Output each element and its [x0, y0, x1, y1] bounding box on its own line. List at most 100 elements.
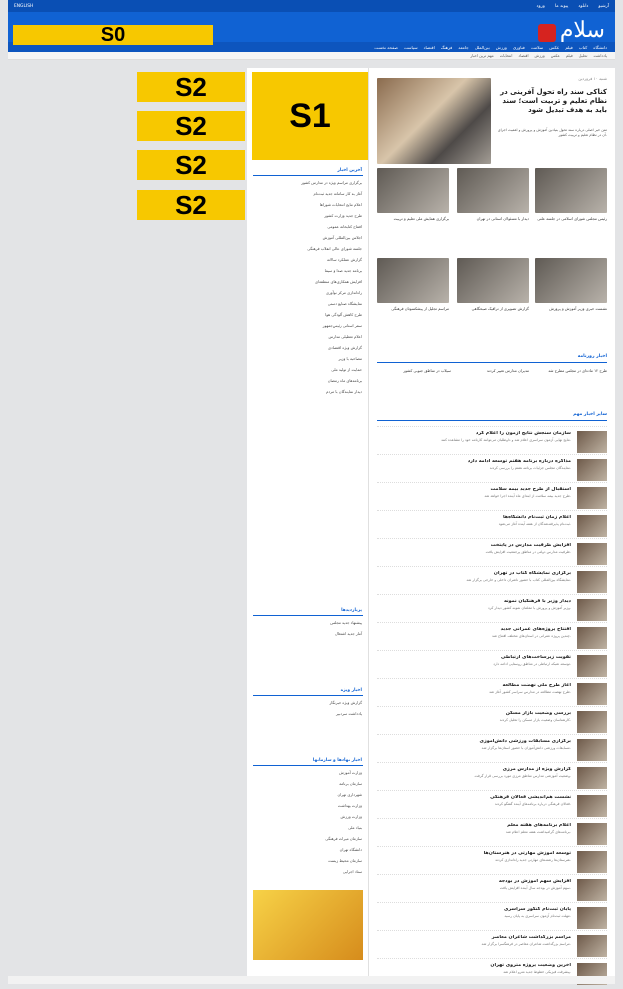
thumb-caption[interactable]: رئیس مجلس شورای اسلامی در جلسه علنی	[535, 216, 607, 222]
news-title[interactable]: آغاز طرح ملی نهضت مطالعه	[377, 683, 571, 688]
news-title[interactable]: اعلام برنامه‌های هفته معلم	[377, 823, 571, 828]
nav-item[interactable]: اقتصاد	[424, 45, 435, 50]
top-link[interactable]: دانلود	[578, 4, 588, 9]
news-title[interactable]: برگزاری مسابقات ورزشی دانش‌آموزی	[377, 739, 571, 744]
latest-item[interactable]: طرح ۱۲ ماده‌ای در مجلس مطرح شد	[535, 368, 607, 374]
side-item[interactable]: شهرداری تهران	[252, 792, 362, 797]
news-row[interactable]: آغاز طرح ملی نهضت مطالعه طرح نهضت مطالعه …	[377, 678, 607, 709]
side-item[interactable]: اعلام نتایج انتخابات شوراها	[252, 202, 362, 207]
nav-item[interactable]: سیاست	[404, 45, 418, 50]
news-thumb[interactable]	[577, 487, 607, 509]
side-item[interactable]: وزارت بهداشت	[252, 803, 362, 808]
lead-title[interactable]: کناکی سند راه تحول آفرینی در نظام تعلیم …	[497, 88, 607, 115]
news-thumb[interactable]	[577, 851, 607, 873]
news-row[interactable]: اعلام برنامه‌های هفته معلم برنامه‌های گرا…	[377, 818, 607, 849]
thumb-image[interactable]	[535, 258, 607, 303]
side-item[interactable]: گزارش ویژه خبرنگار	[252, 700, 362, 705]
news-title[interactable]: اعلام زمان ثبت‌نام دانشگاه‌ها	[377, 515, 571, 520]
news-thumb[interactable]	[577, 879, 607, 901]
subnav-item[interactable]: مهم ترین اخبار	[470, 53, 493, 58]
thumb-caption[interactable]: گزارش تصویری از ترافیک صبحگاهی	[457, 306, 529, 312]
subnav-item[interactable]: فیلم	[566, 53, 573, 58]
nav-item[interactable]: کتاب	[579, 45, 587, 50]
top-link[interactable]: ورود	[537, 4, 545, 9]
nav-item[interactable]: فیلم	[565, 45, 572, 50]
news-row[interactable]: نشست هم‌اندیشی فعالان فرهنگی فعالان فرهنگ…	[377, 790, 607, 821]
news-row[interactable]: پایان ثبت‌نام کنکور سراسری مهلت ثبت‌نام آ…	[377, 902, 607, 933]
side-item[interactable]: سازمان محیط زیست	[252, 858, 362, 863]
side-item[interactable]: مصاحبه با وزیر	[252, 356, 362, 361]
latest-item[interactable]: سیلاب در مناطق جنوبی کشور	[379, 368, 451, 374]
news-thumb[interactable]	[577, 823, 607, 845]
thumb-caption[interactable]: مراسم تجلیل از پیشکسوتان فرهنگی	[377, 306, 449, 312]
side-item[interactable]: طرح کاهش آلودگی هوا	[252, 312, 362, 317]
thumb-image[interactable]	[377, 168, 449, 213]
thumb-image[interactable]	[457, 258, 529, 303]
side-item[interactable]: برگزاری مراسم ویژه در مدارس کشور	[252, 180, 362, 185]
news-row[interactable]: توسعه آموزش مهارتی در هنرستان‌ها هنرستان‌…	[377, 846, 607, 877]
nav-item[interactable]: فناوری	[513, 45, 525, 50]
news-title[interactable]: آخرین وضعیت پروژه متروی تهران	[377, 963, 571, 968]
news-title[interactable]: افتتاح پروژه‌های عمرانی جدید	[377, 627, 571, 632]
news-thumb[interactable]	[577, 459, 607, 481]
news-thumb[interactable]	[577, 767, 607, 789]
site-logo[interactable]: سلام	[525, 14, 605, 42]
news-thumb[interactable]	[577, 711, 607, 733]
thumb-caption[interactable]: برگزاری همایش ملی تعلیم و تربیت	[377, 216, 449, 222]
side-item[interactable]: بنیاد ملی	[252, 825, 362, 830]
side-item[interactable]: سفر استانی رئیس‌جمهور	[252, 323, 362, 328]
side-item[interactable]: دیدار نمایندگان با مردم	[252, 389, 362, 394]
news-thumb[interactable]	[577, 431, 607, 453]
news-title[interactable]: دیدار وزیر با فرهنگیان نمونه	[377, 599, 571, 604]
news-title[interactable]: نشست هم‌اندیشی فعالان فرهنگی	[377, 795, 571, 800]
news-title[interactable]: سازمان سنجش نتایج آزمون را اعلام کرد	[377, 431, 571, 436]
news-row[interactable]: گزارش ویژه از مدارس مرزی وضعیت آموزشی مدا…	[377, 762, 607, 793]
news-title[interactable]: استقبال از طرح جدید بیمه سلامت	[377, 487, 571, 492]
news-row[interactable]: افزایش سهم آموزش در بودجه سهم آموزش در بو…	[377, 874, 607, 905]
news-row[interactable]: اعلام زمان ثبت‌نام دانشگاه‌ها ثبت‌نام پذی…	[377, 510, 607, 541]
side-item[interactable]: ستاد اجرایی	[252, 869, 362, 874]
news-row[interactable]: مراسم بزرگداشت شاعران معاصر مراسم بزرگداش…	[377, 930, 607, 961]
side-item[interactable]: نمایشگاه صنایع دستی	[252, 301, 362, 306]
news-row[interactable]: برگزاری نمایشگاه کتاب در تهران نمایشگاه ب…	[377, 566, 607, 597]
subnav-item[interactable]: یادداشت	[593, 53, 607, 58]
news-thumb[interactable]	[577, 543, 607, 565]
thumb-caption[interactable]: نشست خبری وزیر آموزش و پرورش	[535, 306, 607, 312]
news-thumb[interactable]	[577, 655, 607, 677]
thumb-image[interactable]	[377, 258, 449, 303]
news-title[interactable]: افزایش سهم آموزش در بودجه	[377, 879, 571, 884]
side-item[interactable]: افزایش همکاری‌های منطقه‌ای	[252, 279, 362, 284]
side-item[interactable]: اجلاس بین‌المللی آموزش	[252, 235, 362, 240]
subnav-item[interactable]: تحلیل	[579, 53, 588, 58]
nav-item[interactable]: بین‌الملل	[475, 45, 490, 50]
side-item[interactable]: سازمان برنامه	[252, 781, 362, 786]
news-title[interactable]: بررسی وضعیت بازار مسکن	[377, 711, 571, 716]
nav-item[interactable]: سلامت	[531, 45, 543, 50]
side-item[interactable]: گزارش عملکرد سالانه	[252, 257, 362, 262]
thumb-image[interactable]	[535, 168, 607, 213]
nav-item[interactable]: ورزش	[496, 45, 507, 50]
side-item[interactable]: وزارت آموزش	[252, 770, 362, 775]
thumb-caption[interactable]: دیدار با مسئولان استانی در تهران	[457, 216, 529, 222]
news-row[interactable]: افتتاح پروژه‌های عمرانی جدید چندین پروژه …	[377, 622, 607, 653]
side-item[interactable]: یادداشت سردبیر	[252, 711, 362, 716]
side-item[interactable]: آمار جدید اشتغال	[252, 631, 362, 636]
news-title[interactable]: گزارش ویژه از مدارس مرزی	[377, 767, 571, 772]
news-title[interactable]: تقویت زیرساخت‌های ارتباطی	[377, 655, 571, 660]
side-item[interactable]: گزارش ویژه اقتصادی	[252, 345, 362, 350]
top-link[interactable]: پیوند ما	[555, 4, 568, 9]
subnav-item[interactable]: انتخابات	[500, 53, 513, 58]
nav-item[interactable]: صفحه نخست	[374, 45, 398, 50]
top-link[interactable]: آرشیو	[598, 4, 609, 9]
news-thumb[interactable]	[577, 683, 607, 705]
ad-banner[interactable]	[253, 890, 363, 960]
news-title[interactable]: مراسم بزرگداشت شاعران معاصر	[377, 935, 571, 940]
side-item[interactable]: پیشنهاد جدید مجلس	[252, 620, 362, 625]
news-thumb[interactable]	[577, 935, 607, 957]
news-title[interactable]: برگزاری نمایشگاه کتاب در تهران	[377, 571, 571, 576]
news-title[interactable]: پایان ثبت‌نام کنکور سراسری	[377, 907, 571, 912]
news-thumb[interactable]	[577, 571, 607, 593]
side-item[interactable]: برنامه‌های ماه رمضان	[252, 378, 362, 383]
side-item[interactable]: افتتاح کتابخانه عمومی	[252, 224, 362, 229]
news-thumb[interactable]	[577, 599, 607, 621]
